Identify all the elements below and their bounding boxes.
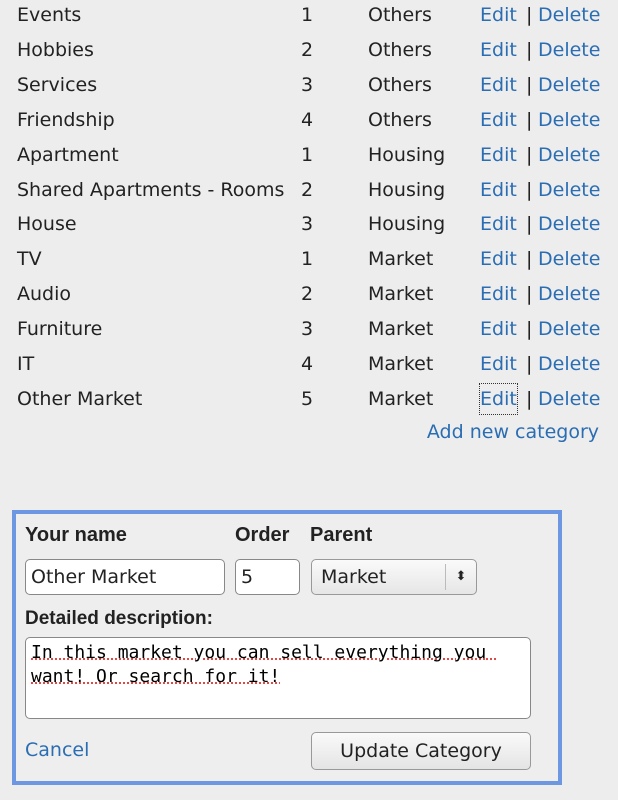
category-name: Services	[17, 73, 98, 96]
category-row: Events 1 Others Edit | Delete	[0, 0, 618, 30]
category-row: Hobbies 2 Others Edit | Delete	[0, 35, 618, 65]
parent-select-value: Market	[321, 566, 387, 588]
updown-chevron-icon: ⬍	[445, 564, 476, 590]
category-order: 4	[301, 353, 314, 375]
category-parent: Others	[368, 38, 432, 61]
separator: |	[526, 178, 533, 201]
category-row: Services 3 Others Edit | Delete	[0, 70, 618, 100]
delete-link[interactable]: Delete	[538, 349, 600, 379]
edit-link[interactable]: Edit	[480, 35, 517, 65]
edit-link[interactable]: Edit	[480, 140, 517, 170]
category-order: 5	[301, 387, 314, 410]
category-name: TV	[17, 248, 42, 271]
edit-link[interactable]: Edit	[480, 349, 517, 379]
category-parent: Others	[368, 73, 432, 96]
category-parent: Market	[368, 248, 434, 271]
parent-select[interactable]: Market ⬍	[311, 559, 477, 595]
category-parent: Housing	[368, 213, 446, 236]
delete-link[interactable]: Delete	[538, 279, 600, 309]
edit-link[interactable]: Edit	[480, 175, 517, 205]
delete-link[interactable]: Delete	[538, 0, 600, 30]
category-name: House	[17, 213, 77, 236]
description-textarea[interactable]: In this market you can sell everything y…	[25, 637, 531, 719]
category-name: IT	[17, 353, 35, 375]
separator: |	[526, 387, 533, 410]
category-parent: Market	[368, 353, 434, 375]
category-name: Events	[17, 4, 82, 26]
separator: |	[526, 248, 533, 271]
category-row: Apartment 1 Housing Edit | Delete	[0, 140, 618, 170]
name-label: Your name	[25, 524, 127, 546]
separator: |	[526, 318, 533, 341]
delete-link[interactable]: Delete	[538, 35, 600, 65]
edit-link[interactable]: Edit	[480, 209, 517, 239]
category-row: Other Market 5 Market Edit | Delete	[0, 382, 618, 415]
category-parent: Market	[368, 387, 434, 410]
separator: |	[526, 108, 533, 131]
category-name: Hobbies	[17, 38, 94, 61]
separator: |	[526, 213, 533, 236]
category-name: Shared Apartments - Rooms	[17, 178, 285, 201]
category-row: Friendship 4 Others Edit | Delete	[0, 105, 618, 135]
add-new-category-link[interactable]: Add new category	[427, 421, 599, 443]
category-row: Shared Apartments - Rooms 2 Housing Edit | De…	[0, 175, 618, 205]
name-input[interactable]: Other Market	[25, 559, 225, 595]
category-order: 2	[301, 38, 314, 61]
category-row: Audio 2 Market Edit | Delete	[0, 279, 618, 309]
edit-link[interactable]: Edit	[480, 0, 517, 30]
category-name: Furniture	[17, 318, 103, 341]
category-row: TV 1 Market Edit | Delete	[0, 244, 618, 274]
category-order: 1	[301, 4, 314, 26]
delete-link[interactable]: Delete	[538, 140, 600, 170]
category-order: 3	[301, 318, 314, 341]
edit-link[interactable]: Edit	[479, 382, 518, 415]
category-parent: Market	[368, 318, 434, 341]
category-order: 3	[301, 213, 314, 236]
order-input[interactable]: 5	[235, 559, 300, 595]
edit-category-form: Your name Order Parent Other Market 5 Ma…	[12, 510, 562, 785]
category-parent: Housing	[368, 178, 446, 201]
category-parent: Housing	[368, 143, 446, 166]
delete-link[interactable]: Delete	[538, 105, 600, 135]
category-row: IT 4 Market Edit | Delete	[0, 349, 618, 379]
update-category-button[interactable]: Update Category	[311, 732, 531, 770]
separator: |	[526, 38, 533, 61]
cancel-link[interactable]: Cancel	[25, 739, 89, 761]
description-label: Detailed description:	[25, 608, 213, 629]
delete-link[interactable]: Delete	[538, 314, 600, 344]
parent-label: Parent	[310, 524, 373, 546]
delete-link[interactable]: Delete	[538, 244, 600, 274]
category-order: 3	[301, 73, 314, 96]
delete-link[interactable]: Delete	[538, 384, 600, 414]
delete-link[interactable]: Delete	[538, 209, 600, 239]
category-row: House 3 Housing Edit | Delete	[0, 209, 618, 239]
category-parent: Market	[368, 283, 434, 306]
category-name: Audio	[17, 283, 72, 306]
edit-link[interactable]: Edit	[480, 244, 517, 274]
separator: |	[526, 73, 533, 96]
category-order: 2	[301, 283, 314, 306]
category-parent: Others	[368, 4, 432, 26]
separator: |	[526, 283, 533, 306]
edit-link[interactable]: Edit	[480, 70, 517, 100]
edit-link[interactable]: Edit	[480, 105, 517, 135]
category-order: 1	[301, 248, 314, 271]
delete-link[interactable]: Delete	[538, 70, 600, 100]
category-order: 2	[301, 178, 314, 201]
category-name: Apartment	[17, 143, 119, 166]
category-name: Other Market	[17, 387, 143, 410]
order-label: Order	[235, 524, 290, 546]
category-parent: Others	[368, 108, 432, 131]
delete-link[interactable]: Delete	[538, 175, 600, 205]
category-name: Friendship	[17, 108, 115, 131]
separator: |	[526, 4, 533, 26]
separator: |	[526, 143, 533, 166]
category-order: 4	[301, 108, 314, 131]
edit-link[interactable]: Edit	[480, 314, 517, 344]
category-order: 1	[301, 143, 314, 166]
category-row: Furniture 3 Market Edit | Delete	[0, 314, 618, 344]
edit-link[interactable]: Edit	[480, 279, 517, 309]
separator: |	[526, 353, 533, 375]
